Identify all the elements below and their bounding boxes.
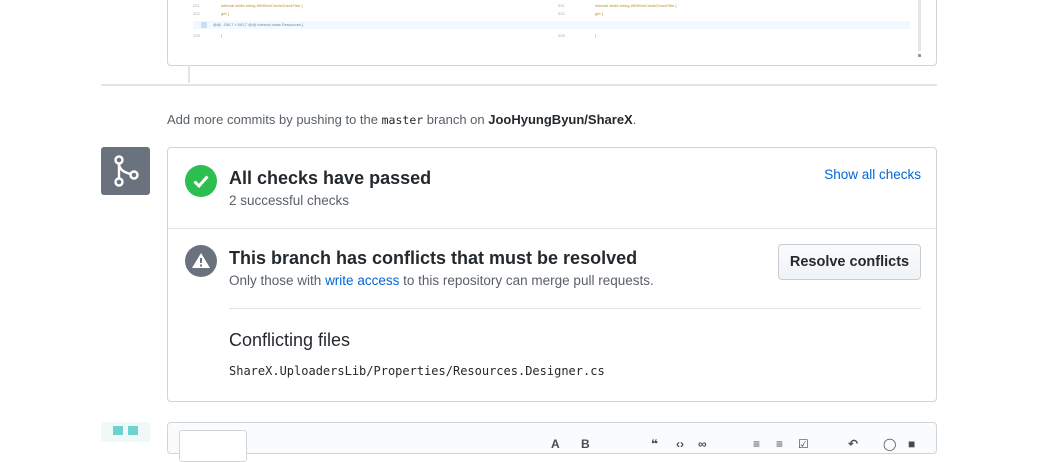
hint-text: Add more commits by pushing to the — [167, 112, 378, 127]
repo-name: JooHyungByun/ShareX — [488, 112, 633, 127]
numbered-list-icon[interactable]: ≡ — [776, 437, 783, 451]
alert-icon — [185, 245, 217, 277]
hint-text: branch on — [426, 112, 485, 127]
diff-hunk-header[interactable]: @@ -190,7 +190,7 @@ internal class Resou… — [193, 21, 910, 29]
conflicts-title: This branch has conflicts that must be r… — [229, 248, 638, 268]
diff-line: 229} 229} — [193, 33, 597, 38]
expand-icon[interactable] — [201, 22, 207, 28]
check-icon — [185, 165, 217, 197]
conflicting-files-heading: Conflicting files — [229, 330, 351, 350]
timeline-connector — [188, 65, 190, 83]
saved-reply-icon[interactable]: ■ — [908, 437, 915, 451]
branch-name: master — [381, 113, 424, 127]
quote-icon[interactable]: ❝ — [651, 437, 658, 451]
checks-title: All checks have passed — [229, 168, 432, 188]
bold-icon[interactable]: B — [581, 437, 590, 451]
desc-text: Only those with — [229, 273, 322, 288]
divider — [101, 84, 937, 86]
desc-text: to this repository can merge pull reques… — [403, 273, 654, 288]
mention-icon[interactable]: ◯ — [883, 437, 896, 451]
reply-icon[interactable]: ↶ — [848, 437, 858, 451]
conflicting-file: ShareX.UploadersLib/Properties/Resources… — [229, 364, 605, 378]
merge-status-box: All checks have passed 2 successful chec… — [167, 147, 937, 402]
conflicts-description: Only those with write access to this rep… — [229, 273, 654, 288]
show-all-checks-link[interactable]: Show all checks — [824, 167, 921, 182]
divider — [229, 308, 921, 309]
link-icon[interactable]: ∞ — [698, 437, 707, 451]
hint-text: . — [632, 112, 637, 127]
push-hint: Add more commits by pushing to the maste… — [167, 112, 636, 127]
avatar[interactable] — [101, 422, 150, 442]
header-icon[interactable]: A — [551, 437, 560, 451]
diff-viewer: 221 internal static string WMHenCmdsCheck… — [167, 0, 937, 66]
tab-write[interactable] — [179, 430, 247, 462]
git-merge-icon — [101, 147, 150, 195]
task-list-icon[interactable]: ☑ — [798, 437, 809, 451]
comment-box: A B ❝ ‹› ∞ ≡ ≡ ☑ ↶ ◯ ■ — [167, 422, 937, 462]
checks-section: All checks have passed 2 successful chec… — [168, 148, 936, 229]
scrollbar[interactable] — [918, 0, 921, 57]
code-icon[interactable]: ‹› — [676, 437, 684, 451]
diff-line: 222 get {222 get { — [193, 11, 604, 16]
checks-subtitle: 2 successful checks — [229, 193, 350, 208]
bullet-list-icon[interactable]: ≡ — [753, 437, 760, 451]
write-access-link[interactable]: write access — [325, 273, 399, 288]
resolve-conflicts-button[interactable]: Resolve conflicts — [778, 244, 921, 280]
